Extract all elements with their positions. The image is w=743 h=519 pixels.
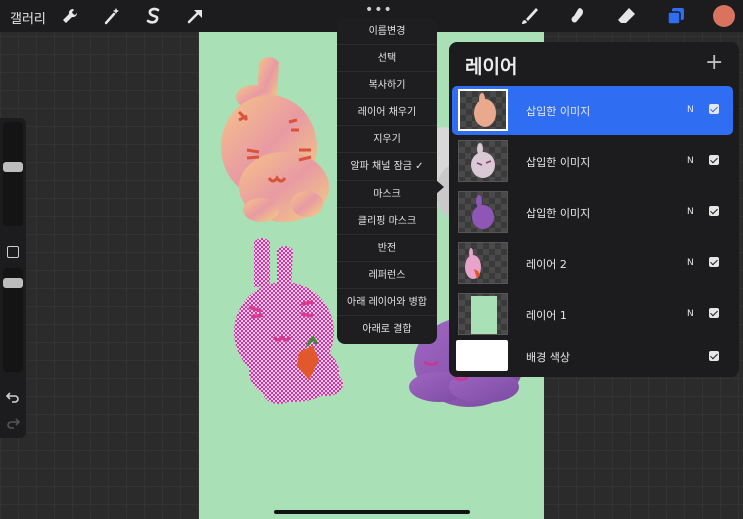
visibility-checkbox[interactable] [709, 206, 719, 216]
menu-item-select[interactable]: 선택 [337, 45, 437, 73]
blend-mode-button[interactable]: N [687, 156, 694, 166]
menu-item-rename[interactable]: 이름변경 [337, 18, 437, 46]
layer-name: 삽입한 이미지 [526, 156, 591, 169]
arrow-transform-icon[interactable] [185, 6, 205, 26]
left-sidebar [0, 118, 26, 438]
visibility-checkbox[interactable] [709, 308, 719, 318]
layer-row-layer-2[interactable]: 레이어 2 N [452, 239, 733, 288]
layer-row-inserted-image-2[interactable]: 삽입한 이미지 N [452, 137, 733, 186]
layer-thumbnail [458, 293, 508, 335]
visibility-checkbox[interactable] [709, 155, 719, 165]
selection-s-icon[interactable] [143, 6, 163, 26]
menu-item-clear[interactable]: 지우기 [337, 126, 437, 154]
opacity-handle[interactable] [3, 278, 23, 288]
menu-item-combine-down[interactable]: 아래로 결합 [337, 316, 437, 343]
menu-item-invert[interactable]: 반전 [337, 235, 437, 262]
add-layer-button[interactable]: + [705, 52, 723, 74]
menu-pointer [436, 180, 444, 194]
layer-thumbnail [458, 140, 508, 182]
smudge-icon[interactable] [567, 6, 587, 26]
bunny-peach [221, 57, 329, 222]
home-indicator [274, 510, 470, 514]
layer-thumbnail [458, 89, 508, 131]
blend-mode-button[interactable]: N [687, 258, 694, 268]
layer-name: 삽입한 이미지 [526, 207, 591, 220]
menu-item-mask[interactable]: 마스크 [337, 181, 437, 208]
blend-mode-button[interactable]: N [687, 207, 694, 217]
layers-icon[interactable] [666, 6, 686, 26]
visibility-checkbox[interactable] [709, 104, 719, 114]
layer-row-inserted-image-3[interactable]: 삽입한 이미지 N [452, 188, 733, 237]
layer-thumbnail [458, 191, 508, 233]
gallery-button[interactable]: 갤러리 [10, 8, 46, 27]
layer-name: 레이어 2 [526, 258, 567, 271]
layer-row-layer-1[interactable]: 레이어 1 N [452, 290, 733, 339]
wrench-icon[interactable] [60, 6, 80, 26]
blend-mode-button[interactable]: N [687, 309, 694, 319]
visibility-checkbox[interactable] [709, 257, 719, 267]
layers-panel: 레이어 + 삽입한 이미지 N 삽입한 이미지 N 삽입한 이미지 N 레이어 … [449, 42, 739, 377]
menu-item-copy[interactable]: 복사하기 [337, 72, 437, 100]
magic-wand-icon[interactable] [102, 6, 122, 26]
layer-name: 배경 색상 [526, 351, 570, 364]
visibility-checkbox[interactable] [709, 351, 719, 361]
menu-item-alpha-lock[interactable]: 알파 채널 잠금 ✓ [337, 153, 437, 181]
layer-options-menu: 이름변경 선택 복사하기 레이어 채우기 지우기 알파 채널 잠금 ✓ 마스크 … [337, 18, 437, 344]
menu-item-reference[interactable]: 레퍼런스 [337, 262, 437, 289]
undo-icon[interactable] [6, 390, 20, 404]
more-options-icon[interactable]: ••• [365, 3, 393, 17]
menu-item-merge-down[interactable]: 아래 레이어와 병합 [337, 289, 437, 317]
layer-row-inserted-image-1[interactable]: 삽입한 이미지 N [452, 86, 733, 135]
color-swatch[interactable] [713, 5, 735, 27]
menu-item-clipping-mask[interactable]: 클리핑 마스크 [337, 208, 437, 235]
brush-size-handle[interactable] [3, 162, 23, 172]
eraser-icon[interactable] [616, 6, 636, 26]
brush-icon[interactable] [519, 6, 539, 26]
layer-name: 레이어 1 [526, 309, 567, 322]
redo-icon[interactable] [6, 416, 20, 430]
bunny-checkered [234, 238, 343, 404]
blend-mode-button[interactable]: N [687, 105, 694, 115]
layer-thumbnail [458, 242, 508, 284]
layer-row-background-color[interactable]: 배경 색상 [452, 335, 733, 375]
modify-button-icon[interactable] [7, 246, 19, 258]
menu-item-fill-layer[interactable]: 레이어 채우기 [337, 99, 437, 127]
layer-name: 삽입한 이미지 [526, 105, 591, 118]
background-color-swatch[interactable] [456, 340, 508, 371]
layers-title: 레이어 [465, 56, 518, 78]
brush-size-slider[interactable] [3, 122, 23, 226]
